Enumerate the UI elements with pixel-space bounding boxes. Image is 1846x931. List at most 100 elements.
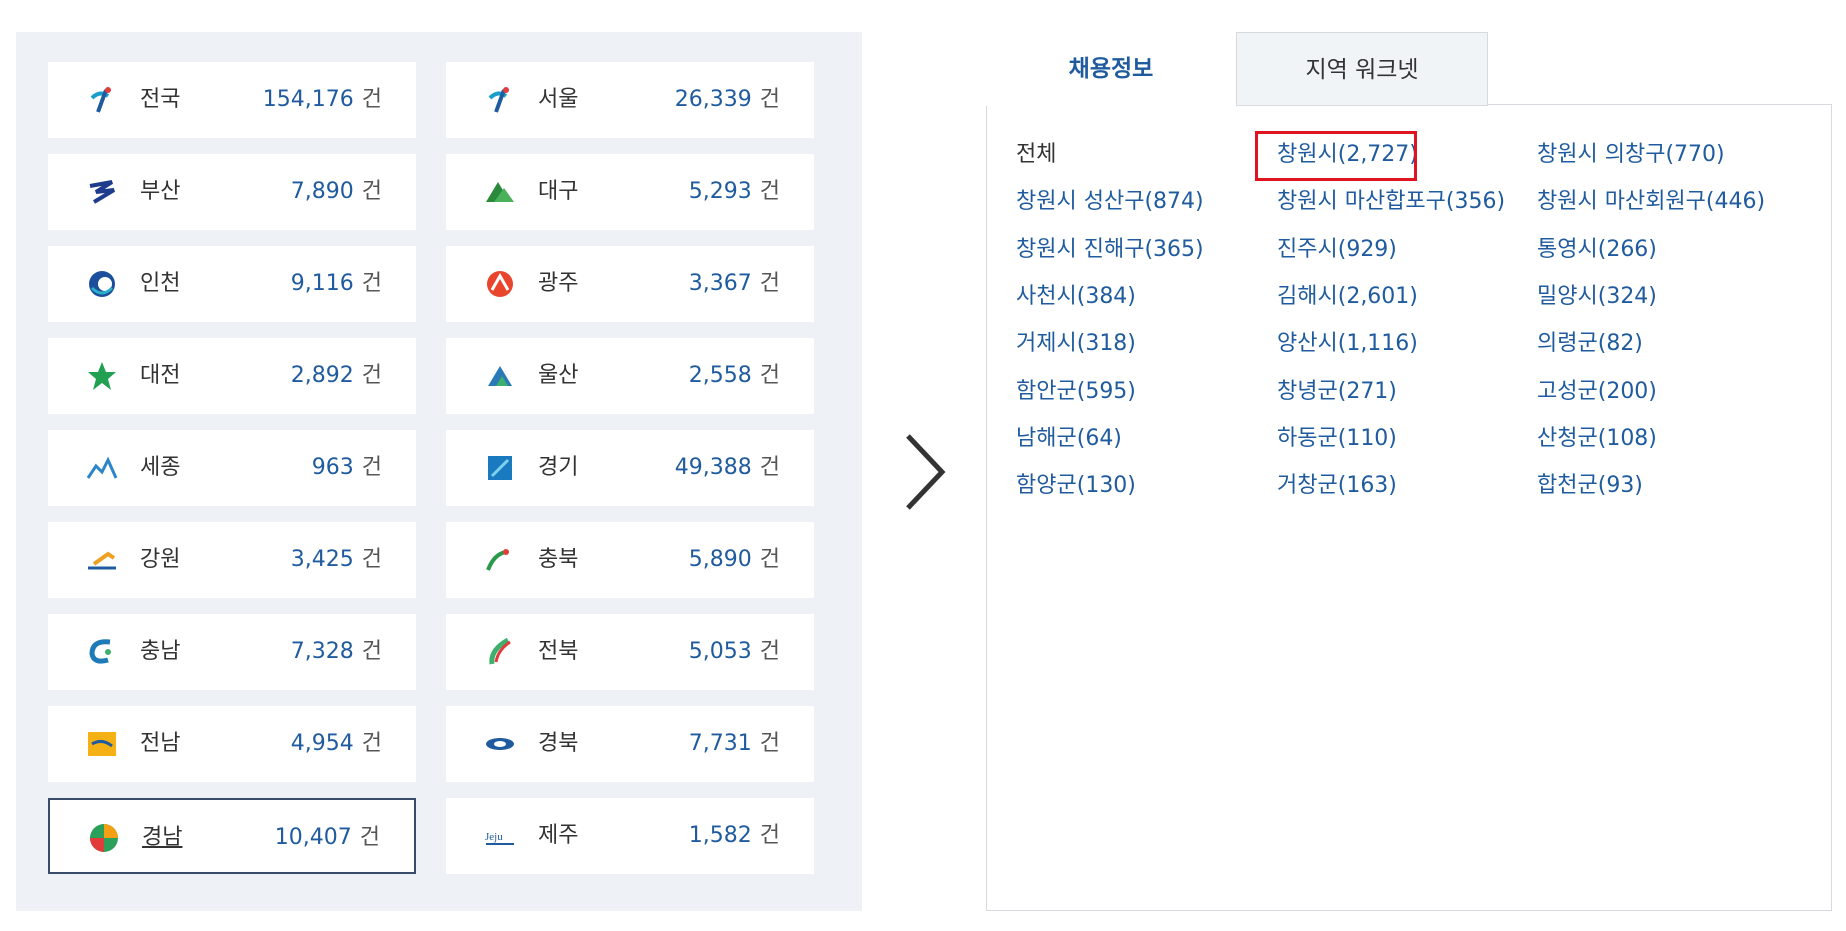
national-logo-icon: [90, 87, 111, 113]
region-card[interactable]: 대구 5,293 건: [446, 154, 814, 230]
region-count: 963 건: [312, 430, 382, 506]
region-card[interactable]: 광주 3,367 건: [446, 246, 814, 322]
region-count: 3,367 건: [689, 246, 780, 322]
city-count: (200): [1597, 378, 1657, 404]
region-name: 전북: [538, 639, 579, 664]
city-link[interactable]: 의령군(82): [1537, 329, 1643, 359]
region-count: 7,328 건: [291, 614, 382, 690]
city-link[interactable]: 산청군(108): [1537, 424, 1657, 454]
region-card[interactable]: 충북 5,890 건: [446, 522, 814, 598]
city-link[interactable]: 진주시(929): [1277, 235, 1397, 265]
city-name: 창원시 마산회원구: [1537, 189, 1706, 215]
gyeongnam-logo-icon: [90, 824, 118, 852]
chevron-right-icon: [906, 434, 946, 510]
region-count-value: 2,558: [688, 363, 752, 388]
region-card[interactable]: 강원 3,425 건: [48, 522, 416, 598]
region-card[interactable]: 부산 7,890 건: [48, 154, 416, 230]
region-count-unit: 건: [759, 363, 780, 388]
region-name: 대구: [538, 179, 579, 204]
city-link[interactable]: 전체: [1016, 140, 1056, 170]
city-name: 산청군: [1537, 425, 1598, 451]
gwangju-logo-icon: [487, 271, 513, 297]
region-card[interactable]: 경북 7,731 건: [446, 706, 814, 782]
region-name: 경남: [142, 825, 183, 850]
city-name: 전체: [1016, 142, 1057, 167]
region-card[interactable]: 세종 963 건: [48, 430, 416, 506]
region-name: 대전: [140, 363, 181, 388]
region-count-value: 49,388: [674, 455, 752, 480]
region-card[interactable]: 전북 5,053 건: [446, 614, 814, 690]
tab-regional-worknet[interactable]: 지역 워크넷: [1236, 32, 1488, 106]
city-link[interactable]: 합천군(93): [1537, 471, 1643, 501]
region-card[interactable]: 인천 9,116 건: [48, 246, 416, 322]
region-count-value: 154,176: [262, 87, 354, 112]
city-name: 진주시: [1277, 236, 1338, 262]
city-count: (163): [1337, 473, 1397, 499]
region-count-value: 7,890: [290, 179, 354, 204]
region-card[interactable]: 울산 2,558 건: [446, 338, 814, 414]
region-count-value: 963: [311, 455, 354, 480]
city-link[interactable]: 함양군(130): [1016, 471, 1136, 501]
region-count: 5,293 건: [689, 154, 780, 230]
region-count: 10,407 건: [275, 800, 380, 876]
region-count-unit: 건: [361, 363, 382, 388]
region-count: 3,425 건: [291, 522, 382, 598]
region-card[interactable]: 충남 7,328 건: [48, 614, 416, 690]
city-count: (365): [1144, 236, 1204, 262]
city-count: (64): [1076, 425, 1122, 451]
jeonnam-logo-icon: [88, 732, 116, 756]
region-count-unit: 건: [361, 731, 382, 756]
city-link[interactable]: 사천시(384): [1016, 282, 1136, 312]
gangwon-logo-icon: [88, 551, 116, 570]
city-name: 창원시 의창구: [1537, 142, 1666, 167]
region-count: 7,731 건: [689, 706, 780, 782]
region-count-value: 1,582: [688, 823, 752, 848]
city-link[interactable]: 통영시(266): [1537, 235, 1657, 265]
city-link[interactable]: 거제시(318): [1016, 329, 1136, 359]
city-link[interactable]: 창원시 마산회원구(446): [1537, 187, 1765, 217]
region-count: 5,890 건: [689, 522, 780, 598]
region-count: 4,954 건: [291, 706, 382, 782]
region-name: 강원: [140, 547, 181, 572]
seoul-logo-icon: [488, 87, 509, 113]
daegu-logo-icon: [486, 182, 514, 202]
region-card[interactable]: 대전 2,892 건: [48, 338, 416, 414]
region-card[interactable]: 경기 49,388 건: [446, 430, 814, 506]
city-link[interactable]: 창원시 마산합포구(356): [1277, 187, 1505, 217]
city-link[interactable]: 창원시 진해구(365): [1016, 235, 1204, 265]
city-link[interactable]: 거창군(163): [1277, 471, 1397, 501]
region-card[interactable]: 전국 154,176 건: [48, 62, 416, 138]
city-link[interactable]: 창녕군(271): [1277, 377, 1397, 407]
region-count-unit: 건: [759, 547, 780, 572]
region-count: 26,339 건: [675, 62, 780, 138]
region-count: 2,558 건: [689, 338, 780, 414]
city-count: (271): [1337, 378, 1397, 404]
city-link[interactable]: 함안군(595): [1016, 377, 1136, 407]
city-link[interactable]: 창원시 의창구(770): [1537, 140, 1725, 170]
region-count: 9,116 건: [291, 246, 382, 322]
region-name: 충남: [140, 639, 181, 664]
city-link[interactable]: 김해시(2,601): [1277, 282, 1418, 312]
region-card[interactable]: 전남 4,954 건: [48, 706, 416, 782]
highlight-box: [1255, 131, 1417, 181]
city-name: 함안군: [1016, 378, 1077, 404]
city-name: 의령군: [1537, 331, 1598, 357]
region-count-value: 2,892: [290, 363, 354, 388]
region-name: 제주: [538, 823, 579, 848]
tab-job-info[interactable]: 채용정보: [986, 32, 1236, 106]
city-link[interactable]: 양산시(1,116): [1277, 329, 1418, 359]
city-name: 함양군: [1016, 473, 1077, 499]
city-link[interactable]: 창원시 성산구(874): [1016, 187, 1204, 217]
region-name: 인천: [140, 271, 181, 296]
city-count: (770): [1665, 142, 1725, 167]
city-link[interactable]: 고성군(200): [1537, 377, 1657, 407]
region-card[interactable]: 서울 26,339 건: [446, 62, 814, 138]
region-card[interactable]: 경남 10,407 건: [48, 798, 416, 874]
region-count: 1,582 건: [689, 798, 780, 874]
city-name: 고성군: [1537, 378, 1598, 404]
city-name: 합천군: [1537, 473, 1598, 499]
city-link[interactable]: 밀양시(324): [1537, 282, 1657, 312]
region-card[interactable]: Jeju 제주 1,582 건: [446, 798, 814, 874]
city-link[interactable]: 남해군(64): [1016, 424, 1122, 454]
city-link[interactable]: 하동군(110): [1277, 424, 1397, 454]
